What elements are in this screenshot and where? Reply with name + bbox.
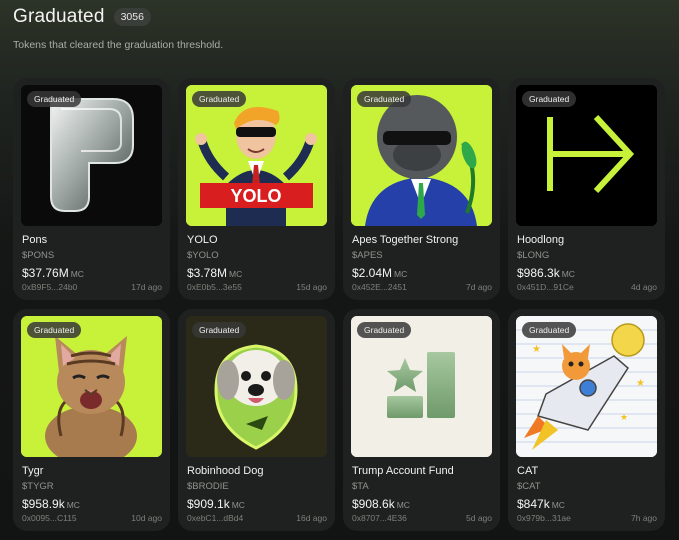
market-cap: $986.3k MC — [517, 264, 575, 282]
market-cap-label: MC — [70, 269, 84, 279]
market-cap: $847k MC — [517, 495, 565, 513]
market-cap-value: $958.9k — [22, 497, 65, 511]
market-cap-value: $37.76M — [22, 266, 69, 280]
token-card[interactable]: Graduated Hoodlong $LONG $986.3k MC 0x451… — [508, 78, 665, 300]
market-cap-label: MC — [551, 500, 565, 510]
page-header: Graduated 3056 Tokens that cleared the g… — [13, 6, 673, 51]
market-cap-label: MC — [396, 500, 410, 510]
market-cap-label: MC — [229, 269, 243, 279]
token-image: ★ ★ ★ Graduated — [516, 316, 657, 457]
token-image: Graduated — [21, 85, 162, 226]
token-card[interactable]: Graduated Apes Together Strong $APES $2.… — [343, 78, 500, 300]
graduated-badge: Graduated — [27, 91, 82, 107]
token-ticker: $TYGR — [22, 481, 54, 492]
token-name: Pons — [22, 234, 48, 246]
token-name: Trump Account Fund — [352, 465, 454, 477]
token-image: Graduated — [516, 85, 657, 226]
count-badge: 3056 — [113, 8, 151, 26]
graduated-badge: Graduated — [522, 322, 577, 338]
market-cap: $958.9k MC — [22, 495, 80, 513]
token-card[interactable]: YOLO Graduated YOLO $YOLO $3.78M MC 0xE0b… — [178, 78, 335, 300]
token-name: Apes Together Strong — [352, 234, 459, 246]
token-name: CAT — [517, 465, 539, 477]
token-name: Tygr — [22, 465, 44, 477]
token-ticker: $APES — [352, 250, 383, 261]
token-card[interactable]: Graduated Pons $PONS $37.76M MC 0xB9F5...… — [13, 78, 170, 300]
token-address: 0xE0b5...3e55 — [187, 282, 242, 292]
token-name: Robinhood Dog — [187, 465, 264, 477]
token-card[interactable]: Graduated Tygr $TYGR $958.9k MC 0x0095...… — [13, 309, 170, 531]
market-cap: $2.04M MC — [352, 264, 407, 282]
market-cap: $37.76M MC — [22, 264, 84, 282]
token-ticker: $BRODIE — [187, 481, 229, 492]
token-address: 0x452E...2451 — [352, 282, 407, 292]
yolo-banner-text: YOLO — [230, 186, 281, 206]
market-cap-value: $3.78M — [187, 266, 228, 280]
market-cap-label: MC — [561, 269, 575, 279]
graduated-badge: Graduated — [192, 91, 247, 107]
token-image: Graduated — [186, 316, 327, 457]
market-cap-value: $847k — [517, 497, 550, 511]
token-age: 7d ago — [466, 282, 492, 292]
token-address: 0x979b...31ae — [517, 513, 571, 523]
token-ticker: $LONG — [517, 250, 550, 261]
token-address: 0x0095...C115 — [22, 513, 77, 523]
token-address: 0xebC1...dBd4 — [187, 513, 244, 523]
token-age: 7h ago — [631, 513, 657, 523]
graduated-badge: Graduated — [522, 91, 577, 107]
token-image: Graduated — [21, 316, 162, 457]
market-cap: $908.6k MC — [352, 495, 410, 513]
market-cap-value: $986.3k — [517, 266, 560, 280]
token-age: 15d ago — [296, 282, 327, 292]
token-ticker: $CAT — [517, 481, 541, 492]
token-card[interactable]: ★ ★ ★ Graduated CAT $CAT $847k MC 0x979b.… — [508, 309, 665, 531]
token-age: 10d ago — [131, 513, 162, 523]
token-address: 0xB9F5...24b0 — [22, 282, 78, 292]
market-cap: $909.1k MC — [187, 495, 245, 513]
market-cap-label: MC — [66, 500, 80, 510]
token-image: Graduated — [351, 316, 492, 457]
page-title: Graduated — [13, 6, 105, 27]
graduated-badge: Graduated — [27, 322, 82, 338]
token-card[interactable]: Graduated Robinhood Dog $BRODIE $909.1k M… — [178, 309, 335, 531]
svg-text:★: ★ — [532, 344, 541, 355]
market-cap-label: MC — [394, 269, 408, 279]
token-age: 16d ago — [296, 513, 327, 523]
graduated-badge: Graduated — [357, 322, 412, 338]
market-cap-value: $909.1k — [187, 497, 230, 511]
market-cap-label: MC — [231, 500, 245, 510]
page-subtitle: Tokens that cleared the graduation thres… — [13, 39, 224, 51]
token-ticker: $YOLO — [187, 250, 219, 261]
market-cap: $3.78M MC — [187, 264, 242, 282]
graduated-badge: Graduated — [357, 91, 412, 107]
token-card[interactable]: Graduated Trump Account Fund $TA $908.6k… — [343, 309, 500, 531]
token-ticker: $PONS — [22, 250, 55, 261]
token-name: Hoodlong — [517, 234, 565, 246]
svg-text:★: ★ — [636, 378, 645, 389]
token-address: 0x451D...91Ce — [517, 282, 574, 292]
token-age: 5d ago — [466, 513, 492, 523]
token-age: 17d ago — [131, 282, 162, 292]
token-name: YOLO — [187, 234, 218, 246]
token-age: 4d ago — [631, 282, 657, 292]
market-cap-value: $2.04M — [352, 266, 393, 280]
token-image: YOLO Graduated — [186, 85, 327, 226]
graduated-badge: Graduated — [192, 322, 247, 338]
token-image: Graduated — [351, 85, 492, 226]
svg-text:★: ★ — [620, 412, 628, 422]
market-cap-value: $908.6k — [352, 497, 395, 511]
token-address: 0x8707...4E36 — [352, 513, 407, 523]
token-ticker: $TA — [352, 481, 369, 492]
